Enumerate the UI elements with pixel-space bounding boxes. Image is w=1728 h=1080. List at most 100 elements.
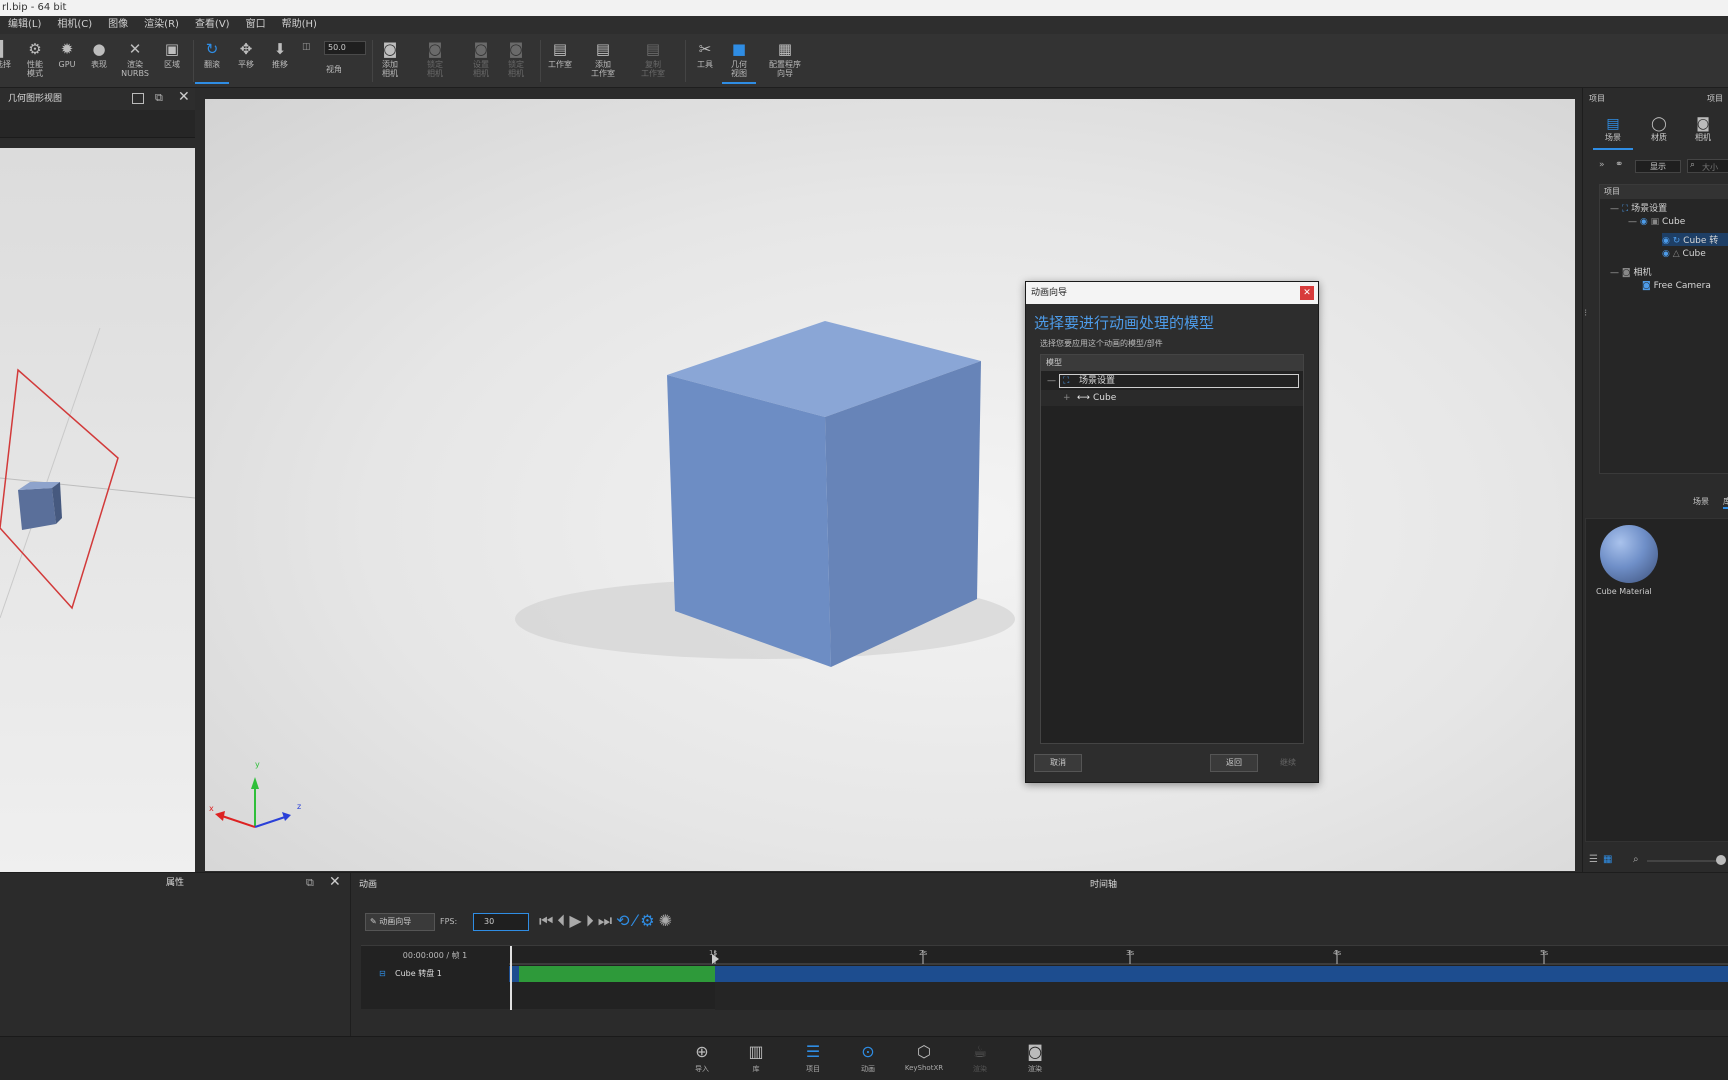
next-button[interactable]: 继续	[1264, 754, 1312, 772]
tree-item-free-camera[interactable]: ◙ Free Camera	[1642, 281, 1711, 291]
tool-appearance-button[interactable]: ● 表现	[82, 38, 116, 84]
panel-resize-handle[interactable]: ⁝	[1584, 309, 1587, 319]
tree-item-cube[interactable]: — ◉ ▣ Cube	[1628, 217, 1685, 227]
menu-item[interactable]: 渲染(R)	[136, 16, 187, 34]
dock-animation[interactable]: ⊙ 动画	[848, 1043, 888, 1079]
thumbnail-size-slider[interactable]	[1647, 860, 1723, 862]
close-icon[interactable]: ✕	[178, 89, 190, 105]
loop-icon[interactable]: ⟲	[616, 911, 629, 931]
tab-scene[interactable]: ▤ 场景	[1593, 116, 1633, 150]
add-camera-button[interactable]: ◙ 添加 相机	[373, 38, 407, 84]
tool-dolly-button[interactable]: ⬇ 推移	[263, 38, 297, 84]
settings-icon[interactable]: ⚙	[640, 911, 654, 931]
menu-item[interactable]: 帮助(H)	[274, 16, 325, 34]
render-viewport[interactable]: y x z	[205, 99, 1575, 871]
add-studio-button[interactable]: ▤ 添加 工作室	[586, 38, 620, 84]
studio-button[interactable]: ▤ 工作室	[543, 38, 577, 84]
tree-row-cube[interactable]: + ⟷ Cube	[1041, 390, 1303, 406]
tree-item-cube-part[interactable]: ◉ △ Cube	[1662, 249, 1706, 259]
menu-item[interactable]: 图像	[100, 16, 136, 34]
mat-tab-scene[interactable]: 场景	[1693, 496, 1709, 507]
tab-camera[interactable]: ◙ 相机	[1683, 116, 1723, 150]
tool-region-button[interactable]: ▣ 区域	[155, 38, 189, 84]
tool-select-button[interactable]: ▌选择	[0, 38, 20, 84]
dock-library[interactable]: ▥ 库	[736, 1043, 776, 1079]
tool-pan-button[interactable]: ✥ 平移	[229, 38, 263, 84]
eye-icon[interactable]: ◉	[1662, 249, 1670, 259]
slider-handle[interactable]	[1716, 855, 1726, 865]
cube-render: y x z	[209, 321, 1015, 828]
menu-bar: 编辑(L) 相机(C) 图像 渲染(R) 查看(V) 窗口 帮助(H)	[0, 16, 1728, 34]
dock-keyshotxr[interactable]: ⬡ KeyShotXR	[904, 1043, 944, 1079]
timeline-tracks: 00:00:000 / 帧 1 ⊟ Cube 转盘 1 1s 2s 3s 4s …	[361, 945, 1728, 1010]
dock-screenshot[interactable]: ◙ 渲染	[1015, 1043, 1055, 1079]
menu-item[interactable]: 编辑(L)	[0, 16, 49, 34]
dock-render[interactable]: ☕ 渲染	[960, 1043, 1000, 1079]
scene-icon: ⛶	[1063, 376, 1070, 386]
animation-icon: ⊙	[861, 1042, 875, 1061]
float-window-icon[interactable]: ⧉	[155, 91, 163, 105]
configurator-icon: ▦	[777, 40, 793, 58]
step-back-icon[interactable]: ⏴	[557, 911, 565, 931]
menu-item[interactable]: 查看(V)	[187, 16, 238, 34]
tools-icon: ✂	[698, 40, 712, 58]
display-dropdown[interactable]: 显示	[1635, 160, 1681, 173]
dolly-icon: ⬇	[273, 40, 287, 58]
search-icon: ⌕	[1690, 160, 1696, 170]
geometry-view-button[interactable]: ■ 几何 视图	[722, 38, 756, 84]
back-button[interactable]: 返回	[1210, 754, 1258, 772]
dock-import[interactable]: ⊕ 导入	[682, 1043, 722, 1079]
maximize-icon[interactable]	[132, 93, 144, 104]
set-camera-button[interactable]: ◙ 设置 相机	[464, 38, 498, 84]
link-icon[interactable]: ⚭	[1615, 159, 1623, 170]
cancel-button[interactable]: 取消	[1034, 754, 1082, 772]
keyframe-icon[interactable]: ⁄	[634, 911, 637, 931]
pan-icon: ✥	[239, 40, 253, 58]
tool-performance-button[interactable]: ⚙ 性能 模式	[18, 38, 52, 84]
list-view-icon[interactable]: ☰	[1589, 854, 1598, 865]
skip-end-icon[interactable]: ⏭	[598, 911, 612, 931]
menu-item[interactable]: 相机(C)	[49, 16, 100, 34]
eye-icon[interactable]: ◉	[1640, 217, 1648, 227]
tool-tumble-button[interactable]: ↻ 翻滚	[195, 38, 229, 84]
timeline-ruler[interactable]: 1s 2s 3s 4s 5s	[509, 946, 1728, 1010]
tools-button[interactable]: ✂ 工具	[688, 38, 722, 84]
skip-start-icon[interactable]: ⏮	[539, 911, 553, 931]
tree-item-scene-settings[interactable]: — ⛶ 场景设置	[1610, 201, 1667, 214]
animation-wizard-button[interactable]: ✎ 动画向导	[365, 913, 435, 931]
render-settings-icon[interactable]: ✺	[659, 911, 672, 931]
geometry-3d-view[interactable]	[0, 148, 196, 872]
close-icon[interactable]: ✕	[1300, 286, 1314, 300]
configurator-wizard-button[interactable]: ▦ 配置程序 向导	[765, 38, 805, 84]
material-list: Cube Material	[1585, 518, 1728, 842]
tool-nurbs-button[interactable]: ✕ 渲染 NURBS	[118, 38, 152, 84]
step-forward-icon[interactable]: ⏵	[586, 911, 594, 931]
tree-item-cube-turntable[interactable]: ◉ ↻ Cube 转	[1662, 233, 1728, 246]
float-window-icon[interactable]: ⧉	[306, 876, 314, 890]
region-icon: ▣	[164, 40, 180, 58]
turntable-icon: ⊟	[379, 969, 386, 978]
material-thumbnail[interactable]	[1600, 525, 1658, 583]
tab-material[interactable]: ◯ 材质	[1639, 116, 1679, 150]
play-icon[interactable]: ▶	[569, 911, 581, 931]
tree-item-cameras[interactable]: — ◙ 相机	[1610, 265, 1652, 278]
tree-row-scene-settings[interactable]: — ⛶ 场景设置	[1041, 373, 1303, 389]
eye-icon[interactable]: ◉	[1662, 236, 1670, 246]
lock-camera-button[interactable]: ◙ 锁定 相机	[418, 38, 452, 84]
add-camera-icon: ◙	[382, 40, 398, 58]
expand-icon[interactable]: +	[1063, 390, 1071, 406]
grid-view-icon[interactable]: ▦	[1603, 854, 1612, 865]
dock-project[interactable]: ☰ 项目	[793, 1043, 833, 1079]
fov-input[interactable]: 50.0	[324, 41, 366, 55]
mat-tab-library[interactable]: 库	[1723, 496, 1728, 509]
fps-input[interactable]: 30	[473, 913, 529, 931]
menu-item[interactable]: 窗口	[238, 16, 274, 34]
collapse-icon[interactable]: —	[1047, 373, 1056, 389]
copy-studio-button[interactable]: ▤ 复制 工作室	[636, 38, 670, 84]
search-input[interactable]: ⌕ 大小	[1687, 159, 1728, 173]
track-label[interactable]: ⊟ Cube 转盘 1	[361, 966, 509, 982]
collapse-all-icon[interactable]: »	[1599, 160, 1605, 170]
tool-gpu-button[interactable]: ✹ GPU	[50, 38, 84, 84]
close-icon[interactable]: ✕	[329, 874, 341, 890]
camera2-button[interactable]: ◙ 锁定 相机	[499, 38, 533, 84]
